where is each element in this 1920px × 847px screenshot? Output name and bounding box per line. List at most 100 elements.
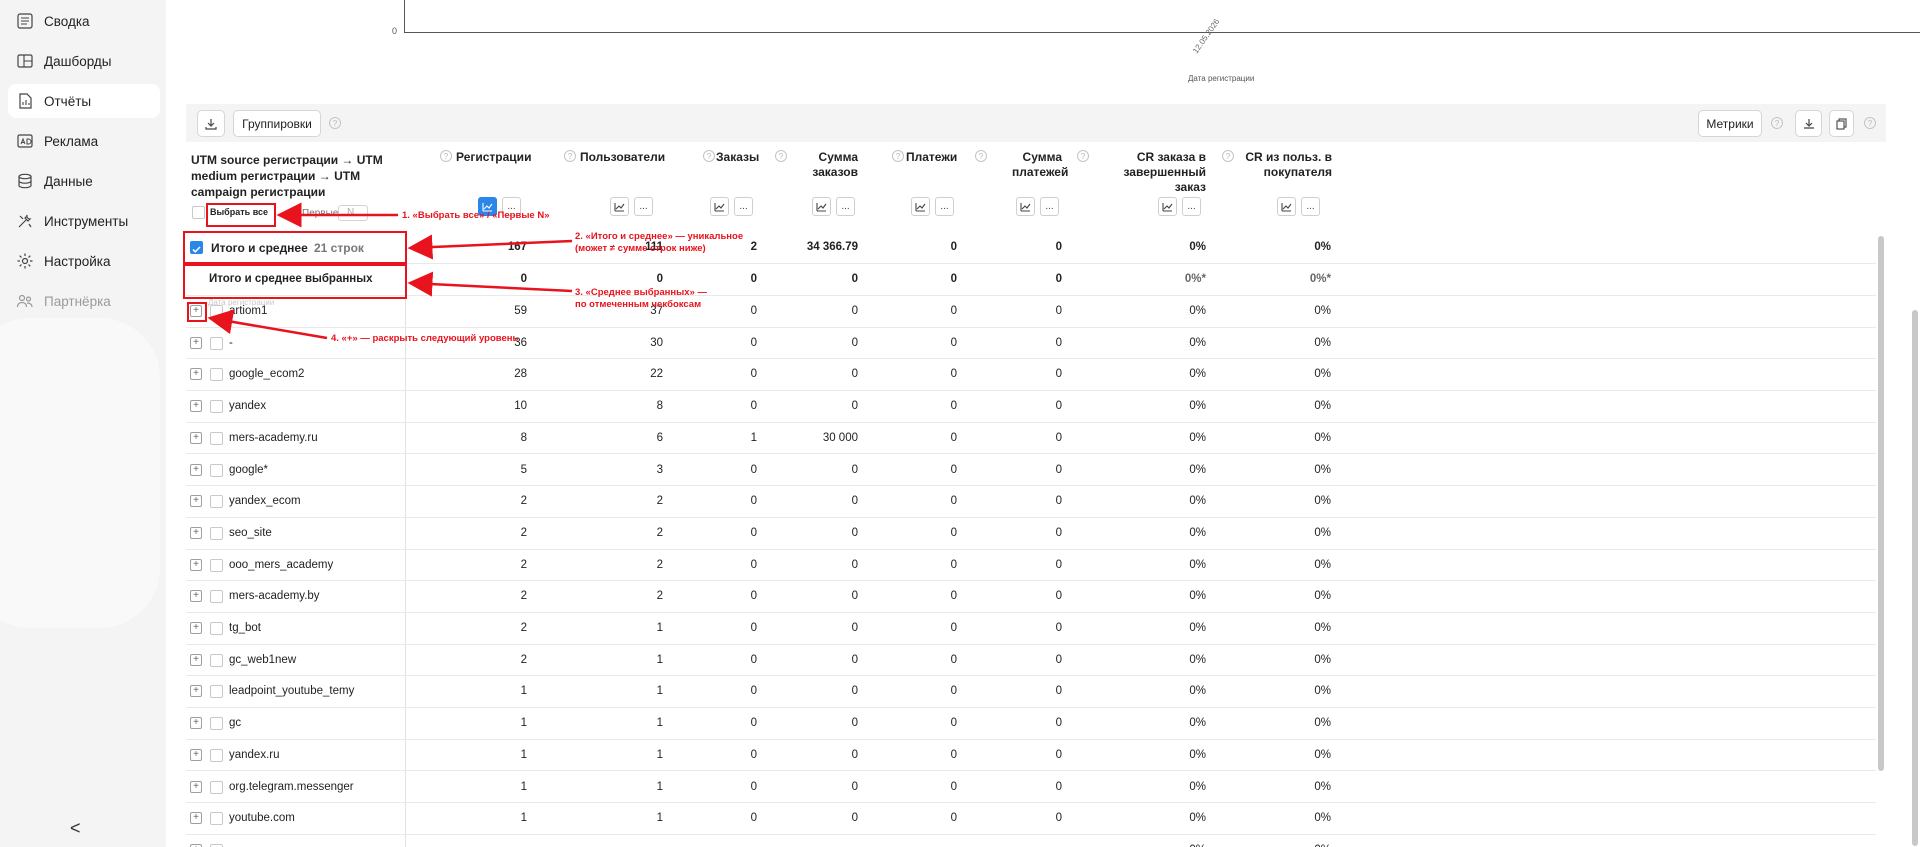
expand-row-icon[interactable]: + bbox=[190, 717, 202, 730]
column-more-button[interactable]: ... bbox=[935, 197, 954, 216]
row-checkbox[interactable] bbox=[210, 590, 223, 604]
table-row[interactable]: + mers-academy.ru 8 6 1 30 000 0 0 0% 0% bbox=[186, 423, 1876, 455]
expand-row-icon[interactable]: + bbox=[190, 336, 202, 349]
expand-row-icon[interactable]: + bbox=[190, 590, 202, 603]
table-row[interactable]: + org.telegram.messenger 1 1 0 0 0 0 0% 0% bbox=[186, 772, 1876, 804]
metrics-button[interactable]: Метрики bbox=[1698, 110, 1762, 137]
help-icon[interactable]: ? bbox=[975, 150, 987, 162]
page-scrollbar[interactable] bbox=[1912, 310, 1918, 846]
column-header[interactable]: CR из польз. в покупателя bbox=[1222, 150, 1332, 180]
column-more-button[interactable]: ... bbox=[1182, 197, 1201, 216]
row-checkbox[interactable] bbox=[210, 748, 223, 762]
expand-row-icon[interactable]: + bbox=[190, 400, 202, 413]
expand-row-icon[interactable]: + bbox=[190, 495, 202, 508]
column-more-button[interactable]: ... bbox=[734, 197, 753, 216]
row-checkbox[interactable] bbox=[210, 812, 223, 826]
help-icon[interactable]: ? bbox=[775, 150, 787, 162]
select-all-checkbox[interactable] bbox=[192, 206, 205, 219]
sidebar-item-tools[interactable]: Инструменты bbox=[8, 204, 160, 238]
column-chart-toggle[interactable] bbox=[610, 197, 629, 216]
column-more-button[interactable]: ... bbox=[1301, 197, 1320, 216]
row-checkbox[interactable] bbox=[210, 558, 223, 572]
table-row[interactable]: + google* 5 3 0 0 0 0 0% 0% bbox=[186, 455, 1876, 487]
table-row[interactable]: + yandex 10 8 0 0 0 0 0% 0% bbox=[186, 391, 1876, 423]
grouping-button[interactable]: Группировки bbox=[233, 110, 321, 137]
column-header[interactable]: Заказы bbox=[700, 150, 759, 165]
help-icon[interactable]: ? bbox=[1864, 117, 1876, 129]
expand-row-icon[interactable]: + bbox=[190, 431, 202, 444]
row-checkbox[interactable] bbox=[210, 526, 223, 540]
table-row[interactable]: + youtube.com 1 1 0 0 0 0 0% 0% bbox=[186, 803, 1876, 835]
expand-row-icon[interactable]: + bbox=[190, 685, 202, 698]
sidebar-item-ads[interactable]: Реклама bbox=[8, 124, 160, 158]
sidebar-item-data[interactable]: Данные bbox=[8, 164, 160, 198]
export-button[interactable] bbox=[1795, 110, 1822, 137]
expand-row-icon[interactable]: + bbox=[190, 812, 202, 825]
help-icon[interactable]: ? bbox=[329, 117, 341, 129]
copy-button[interactable] bbox=[1829, 110, 1854, 137]
column-header[interactable]: Пользователи bbox=[564, 150, 665, 165]
sidebar-item-settings[interactable]: Настройка bbox=[8, 244, 160, 278]
expand-row-icon[interactable]: + bbox=[190, 463, 202, 476]
column-chart-toggle[interactable] bbox=[1158, 197, 1177, 216]
table-row[interactable]: +...0%0% bbox=[186, 835, 1876, 847]
column-header[interactable]: Платежи bbox=[890, 150, 957, 165]
row-checkbox[interactable] bbox=[210, 622, 223, 635]
sidebar-item-dashboards[interactable]: Дашборды bbox=[8, 44, 160, 78]
first-n-input[interactable]: N bbox=[338, 205, 368, 221]
expand-row-icon[interactable]: + bbox=[190, 558, 202, 571]
table-row[interactable]: + artiom1 59 37 0 0 0 0 0% 0% bbox=[186, 296, 1876, 328]
column-header[interactable]: Регистрации bbox=[440, 150, 531, 165]
table-row[interactable]: + gc_web1new 2 1 0 0 0 0 0% 0% bbox=[186, 645, 1876, 677]
column-header[interactable]: CR заказа в завершенный заказ bbox=[1106, 150, 1207, 195]
metric-cell: 0% bbox=[1314, 558, 1331, 571]
table-row[interactable]: + leadpoint_youtube_temy 1 1 0 0 0 0 0% 0% bbox=[186, 676, 1876, 709]
column-chart-toggle[interactable] bbox=[911, 197, 930, 216]
row-checkbox[interactable] bbox=[210, 431, 223, 445]
expand-row-icon[interactable]: + bbox=[190, 748, 202, 761]
column-more-button[interactable]: ... bbox=[634, 197, 653, 216]
metric-cell: 5 bbox=[520, 463, 527, 476]
table-row[interactable]: + tg_bot 2 1 0 0 0 0 0% 0% bbox=[186, 613, 1876, 645]
column-more-button[interactable]: ... bbox=[1040, 197, 1059, 216]
expand-row-icon[interactable]: + bbox=[190, 653, 202, 666]
table-row[interactable]: + seo_site 2 2 0 0 0 0 0% 0% bbox=[186, 518, 1876, 550]
sidebar-item-reports[interactable]: Отчёты bbox=[8, 84, 160, 118]
column-header[interactable]: Сумма платежей bbox=[1012, 150, 1068, 180]
table-row[interactable]: + gc 1 1 0 0 0 0 0% 0% bbox=[186, 708, 1876, 740]
row-checkbox[interactable] bbox=[210, 336, 223, 350]
table-row[interactable]: + yandex.ru 1 1 0 0 0 0 0% 0% bbox=[186, 740, 1876, 772]
row-checkbox[interactable] bbox=[210, 717, 223, 731]
column-chart-toggle[interactable] bbox=[812, 197, 831, 216]
table-row[interactable]: + yandex_ecom 2 2 0 0 0 0 0% 0% bbox=[186, 486, 1876, 518]
column-header[interactable]: Сумма заказов bbox=[802, 150, 858, 180]
sidebar-item-partners[interactable]: Партнёрка bbox=[8, 284, 160, 318]
metric-cell: 0 bbox=[1055, 495, 1062, 508]
expand-row-icon[interactable]: + bbox=[190, 368, 202, 381]
table-row[interactable]: + google_ecom2 28 22 0 0 0 0 0% 0% bbox=[186, 359, 1876, 392]
column-chart-toggle[interactable] bbox=[710, 197, 729, 216]
table-scrollbar[interactable] bbox=[1878, 236, 1884, 771]
column-chart-toggle[interactable] bbox=[1016, 197, 1035, 216]
sidebar-item-summary[interactable]: Сводка bbox=[8, 4, 160, 38]
collapse-sidebar-icon[interactable]: < bbox=[70, 818, 81, 839]
table-row[interactable]: + ooo_mers_academy 2 2 0 0 0 0 0% 0% bbox=[186, 550, 1876, 582]
row-checkbox[interactable] bbox=[210, 495, 223, 509]
row-checkbox[interactable] bbox=[210, 463, 223, 477]
column-chart-toggle[interactable] bbox=[1277, 197, 1296, 216]
expand-row-icon[interactable]: + bbox=[190, 526, 202, 539]
row-checkbox[interactable] bbox=[210, 685, 223, 699]
expand-row-icon[interactable]: + bbox=[190, 622, 202, 634]
table-row[interactable]: + mers-academy.by 2 2 0 0 0 0 0% 0% bbox=[186, 581, 1876, 613]
help-icon[interactable]: ? bbox=[1771, 117, 1783, 129]
row-checkbox[interactable] bbox=[210, 305, 223, 318]
column-more-button[interactable]: ... bbox=[836, 197, 855, 216]
expand-row-icon[interactable]: + bbox=[190, 780, 202, 793]
help-icon[interactable]: ? bbox=[1077, 150, 1089, 162]
row-checkbox[interactable] bbox=[210, 780, 223, 794]
row-checkbox[interactable] bbox=[210, 400, 223, 414]
metric-cell: 0 bbox=[950, 526, 957, 539]
row-checkbox[interactable] bbox=[210, 368, 223, 382]
download-button[interactable] bbox=[197, 110, 225, 137]
row-checkbox[interactable] bbox=[210, 653, 223, 667]
